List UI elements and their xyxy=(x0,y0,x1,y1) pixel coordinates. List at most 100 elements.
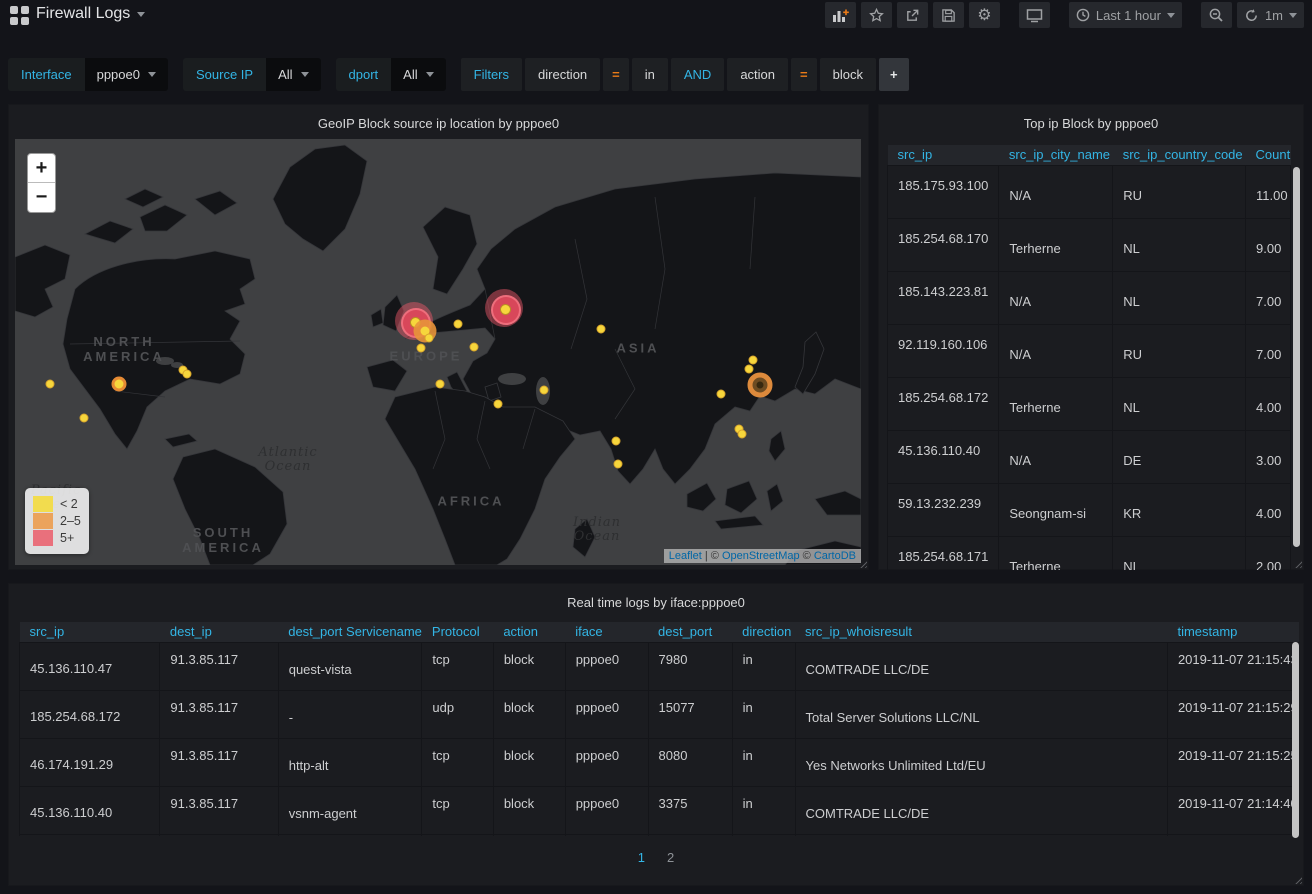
page-title: Firewall Logs xyxy=(36,5,130,23)
table-cell: 2019-11-07 21:15:43 xyxy=(1167,643,1298,691)
table-row: 185.254.68.171TerherneNL2.00 xyxy=(888,537,1291,571)
map-zoom-in-button[interactable]: + xyxy=(28,154,55,183)
table-cell: 91.3.85.117 xyxy=(160,643,278,691)
add-panel-button[interactable] xyxy=(825,2,856,28)
table-cell: 2019-11-07 21:14:36 xyxy=(1167,835,1298,837)
table-cell: vsnm-agent xyxy=(278,787,422,835)
table-cell: block xyxy=(493,739,565,787)
template-variables-row: Interface pppoe0 Source IP All dport All… xyxy=(8,58,909,91)
table-cell: pppoe0 xyxy=(565,787,648,835)
panel-title-top-ip[interactable]: Top ip Block by pppoe0 xyxy=(879,105,1303,141)
time-picker-button[interactable]: Last 1 hour xyxy=(1069,2,1182,28)
table-cell: 4.00 xyxy=(1246,484,1291,537)
map-marker-red[interactable] xyxy=(485,289,523,327)
map-marker-dot[interactable] xyxy=(454,320,463,329)
var-interface-select[interactable]: pppoe0 xyxy=(85,58,168,91)
table-cell: Terherne xyxy=(999,378,1113,431)
column-header-src_ip_whoisresult[interactable]: src_ip_whoisresult xyxy=(795,622,1167,643)
panel-title-logs[interactable]: Real time logs by iface:pppoe0 xyxy=(9,584,1303,620)
column-header-dest_port[interactable]: dest_port xyxy=(648,622,732,643)
column-header-src_ip[interactable]: src_ip xyxy=(888,145,999,166)
map-zoom-out-button[interactable]: − xyxy=(28,183,55,212)
add-filter-button[interactable]: + xyxy=(879,58,909,91)
map-marker-dot[interactable] xyxy=(183,370,192,379)
adhoc-filter-op[interactable]: = xyxy=(791,58,817,91)
dashboard-title[interactable]: Firewall Logs xyxy=(36,5,145,23)
map-marker-dot[interactable] xyxy=(470,343,479,352)
panel-realtime-logs: Real time logs by iface:pppoe0 src_ipdes… xyxy=(8,583,1304,886)
grafana-logo-icon[interactable] xyxy=(10,6,29,25)
column-header-count[interactable]: Count xyxy=(1246,145,1291,166)
osm-link[interactable]: OpenStreetMap xyxy=(722,550,800,562)
var-dport-select[interactable]: All xyxy=(391,58,445,91)
table-cell: N/A xyxy=(999,325,1113,378)
panel-resize-handle[interactable] xyxy=(1293,875,1302,884)
panel-resize-handle[interactable] xyxy=(1293,559,1302,568)
map-marker-dot[interactable] xyxy=(417,344,426,353)
table-cell: 185.254.68.170 xyxy=(888,219,999,272)
map-marker-dot[interactable] xyxy=(749,356,758,365)
star-button[interactable] xyxy=(861,2,892,28)
map-marker-dot[interactable] xyxy=(425,334,434,343)
column-header-action[interactable]: action xyxy=(493,622,565,643)
column-header-dest_port-servicename[interactable]: dest_port Servicename xyxy=(278,622,422,643)
pagination-page-1[interactable]: 1 xyxy=(638,850,645,865)
map-marker-dot[interactable] xyxy=(597,325,606,334)
table-cell: 45.136.110.40 xyxy=(20,787,160,835)
scrollbar[interactable] xyxy=(1293,167,1300,547)
table-row: 185.143.223.81N/ANL7.00 xyxy=(888,272,1291,325)
legend-swatch xyxy=(33,513,53,529)
column-header-iface[interactable]: iface xyxy=(565,622,648,643)
gear-icon: ⚙ xyxy=(977,5,991,25)
share-button[interactable] xyxy=(897,2,928,28)
column-header-src_ip_city_name[interactable]: src_ip_city_name xyxy=(999,145,1113,166)
column-header-protocol[interactable]: Protocol xyxy=(422,622,493,643)
column-header-src_ip[interactable]: src_ip xyxy=(20,622,160,643)
map-marker-dot[interactable] xyxy=(612,437,621,446)
column-header-direction[interactable]: direction xyxy=(732,622,795,643)
map-marker-dot[interactable] xyxy=(738,430,747,439)
scrollbar[interactable] xyxy=(1292,642,1299,838)
var-dport-label: dport xyxy=(336,58,392,91)
adhoc-filter-value[interactable]: block xyxy=(820,58,876,91)
pagination-page-2[interactable]: 2 xyxy=(667,850,674,865)
table-cell: tcp xyxy=(422,787,493,835)
adhoc-filter-field[interactable]: action xyxy=(727,58,788,91)
map-marker-dot[interactable] xyxy=(46,380,55,389)
var-interface: Interface pppoe0 xyxy=(8,58,168,91)
map-marker-ringdot[interactable] xyxy=(112,377,127,392)
save-button[interactable] xyxy=(933,2,964,28)
table-cell: 45.136.110.47 xyxy=(20,643,160,691)
map-marker-dot[interactable] xyxy=(745,365,754,374)
adhoc-filter-key[interactable]: AND xyxy=(671,58,724,91)
panel-title-map[interactable]: GeoIP Block source ip location by pppoe0 xyxy=(9,105,868,141)
map-marker-dot[interactable] xyxy=(436,380,445,389)
legend-item: 5+ xyxy=(33,530,81,546)
column-header-timestamp[interactable]: timestamp xyxy=(1167,622,1298,643)
adhoc-filter-value[interactable]: in xyxy=(632,58,668,91)
table-cell: 3375 xyxy=(648,787,732,835)
table-cell: 7.00 xyxy=(1246,325,1291,378)
adhoc-filter-op[interactable]: = xyxy=(603,58,629,91)
map-marker-orangering[interactable] xyxy=(748,373,773,398)
zoom-out-time-button[interactable] xyxy=(1201,2,1232,28)
tv-mode-button[interactable] xyxy=(1019,2,1050,28)
world-map[interactable]: NORTH AMERICAEUROPEASIAAFRICASOUTH AMERI… xyxy=(15,139,861,565)
settings-button[interactable]: ⚙ xyxy=(969,2,1000,28)
map-marker-dot[interactable] xyxy=(540,386,549,395)
carto-link[interactable]: CartoDB xyxy=(814,550,856,562)
map-marker-dot[interactable] xyxy=(494,400,503,409)
refresh-picker[interactable]: 1m xyxy=(1237,2,1304,28)
table-cell: NL xyxy=(1113,219,1246,272)
adhoc-filter-field[interactable]: direction xyxy=(525,58,600,91)
map-marker-dot[interactable] xyxy=(717,390,726,399)
leaflet-link[interactable]: Leaflet xyxy=(669,550,702,562)
table-cell: 8080 xyxy=(648,739,732,787)
table-cell: Yes Networks Unlimited Ltd/EU xyxy=(795,739,1167,787)
table-cell: pppoe0 xyxy=(565,643,648,691)
map-marker-dot[interactable] xyxy=(614,460,623,469)
var-source-ip-select[interactable]: All xyxy=(266,58,320,91)
map-marker-dot[interactable] xyxy=(80,414,89,423)
column-header-src_ip_country_code[interactable]: src_ip_country_code xyxy=(1113,145,1246,166)
column-header-dest_ip[interactable]: dest_ip xyxy=(160,622,278,643)
